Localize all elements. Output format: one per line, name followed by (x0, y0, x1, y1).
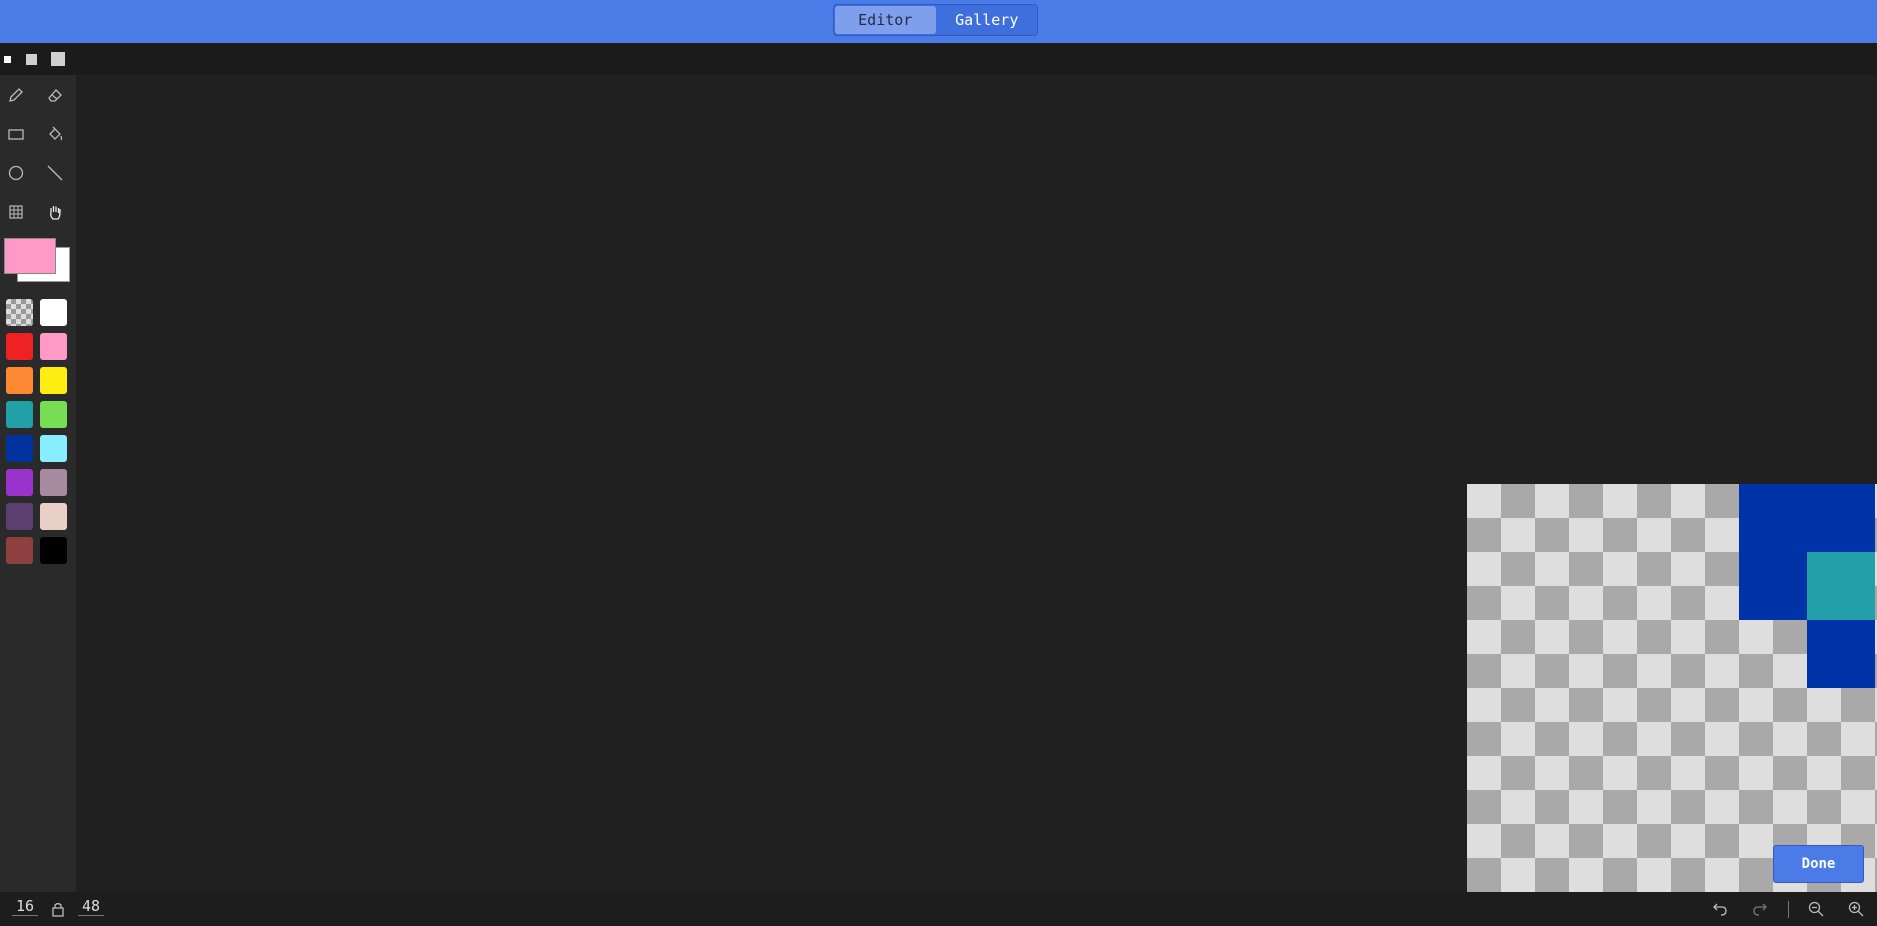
painted-pixel (1807, 620, 1841, 654)
pixel-canvas[interactable] (1467, 484, 1877, 892)
painted-pixel (1807, 518, 1841, 552)
undo-icon[interactable] (1709, 898, 1731, 920)
painted-pixel (1739, 518, 1773, 552)
painted-pixel (1841, 484, 1875, 518)
circle-icon[interactable] (1, 158, 31, 188)
painted-pixel (1773, 484, 1807, 518)
color-swatch[interactable] (6, 435, 33, 462)
color-swatch[interactable] (6, 333, 33, 360)
small-brush-icon[interactable] (4, 56, 11, 63)
color-swatch[interactable] (40, 537, 67, 564)
painted-pixel (1807, 484, 1841, 518)
color-swatch[interactable] (6, 469, 33, 496)
painted-pixel (1841, 654, 1875, 688)
done-button[interactable]: Done (1773, 845, 1864, 883)
tool-sidebar (0, 75, 76, 892)
painted-pixel (1841, 518, 1875, 552)
color-swatch[interactable] (6, 401, 33, 428)
zoom-out-icon[interactable] (1805, 898, 1827, 920)
color-swatch[interactable] (6, 367, 33, 394)
painted-pixel (1841, 620, 1875, 654)
brush-size-bar (0, 43, 1877, 75)
fill-bucket-icon[interactable] (40, 119, 70, 149)
color-swatch[interactable] (6, 537, 33, 564)
pencil-icon[interactable] (1, 80, 31, 110)
tab-gallery[interactable]: Gallery (937, 5, 1038, 35)
painted-pixel (1807, 586, 1841, 620)
swatch-transparent[interactable] (6, 299, 33, 326)
painted-pixel (1739, 586, 1773, 620)
line-icon[interactable] (40, 158, 70, 188)
bottom-bar: 16 48 (0, 892, 1877, 926)
color-swatch[interactable] (40, 401, 67, 428)
painted-pixel (1841, 586, 1875, 620)
painted-pixel (1739, 484, 1773, 518)
color-swatch[interactable] (40, 469, 67, 496)
medium-brush-icon[interactable] (26, 54, 37, 65)
grid-icon[interactable] (1, 197, 31, 227)
large-brush-icon[interactable] (51, 52, 65, 66)
lock-icon[interactable] (47, 898, 69, 920)
rectangle-icon[interactable] (1, 119, 31, 149)
painted-pixel (1773, 518, 1807, 552)
painted-pixel (1807, 552, 1841, 586)
eraser-icon[interactable] (40, 80, 70, 110)
hand-icon[interactable] (40, 197, 70, 227)
color-swatch[interactable] (40, 367, 67, 394)
color-swatch[interactable] (40, 503, 67, 530)
tab-editor[interactable]: Editor (835, 6, 936, 34)
color-swatch[interactable] (40, 435, 67, 462)
painted-pixel (1773, 586, 1807, 620)
canvas-width-field[interactable]: 16 (12, 897, 39, 916)
view-tabs: Editor Gallery (833, 4, 1038, 36)
painted-pixel (1773, 552, 1807, 586)
painted-pixel (1841, 552, 1875, 586)
top-bar: Editor Gallery (0, 0, 1877, 43)
color-swatch[interactable] (6, 503, 33, 530)
toolbar-divider (1788, 901, 1789, 918)
color-swatch[interactable] (40, 333, 67, 360)
redo-icon[interactable] (1749, 898, 1771, 920)
painted-pixel (1807, 654, 1841, 688)
color-swatch[interactable] (40, 299, 67, 326)
painted-pixel (1739, 552, 1773, 586)
primary-color[interactable] (4, 238, 56, 274)
canvas-height-field[interactable]: 48 (78, 897, 105, 916)
zoom-in-icon[interactable] (1845, 898, 1867, 920)
